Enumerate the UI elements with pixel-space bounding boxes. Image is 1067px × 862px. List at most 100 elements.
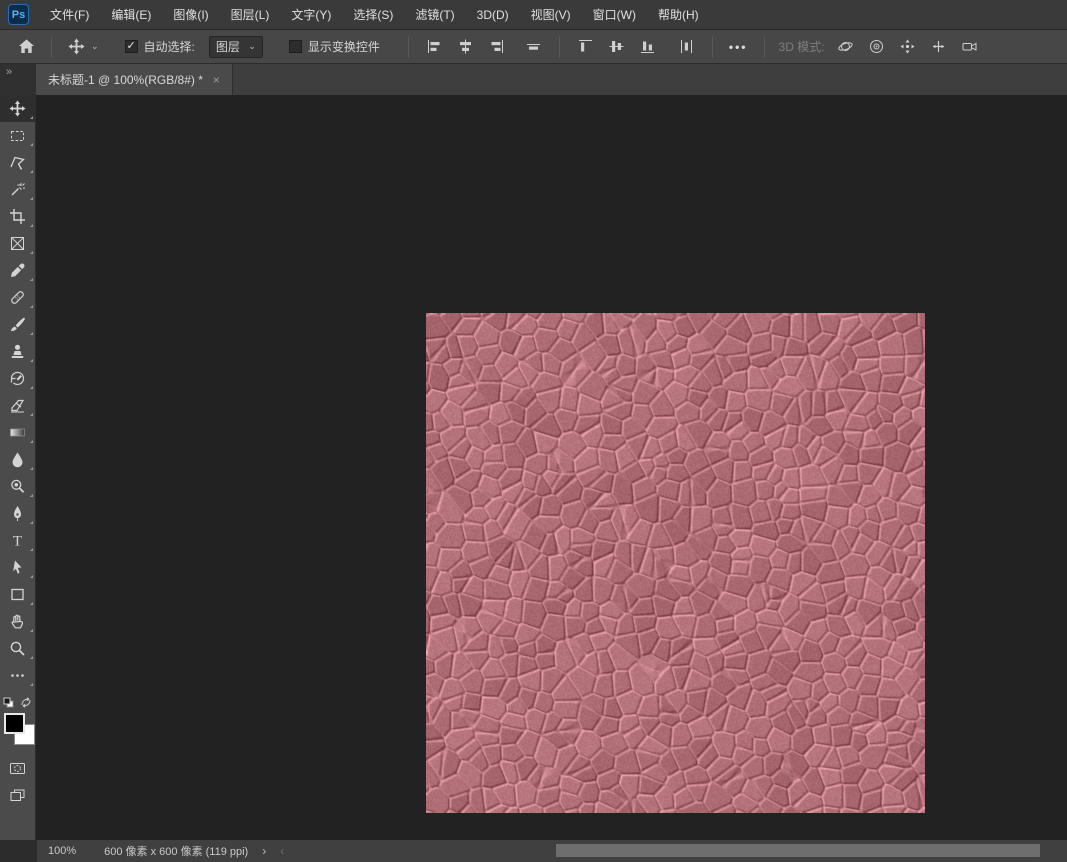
crop-tool[interactable] <box>0 203 36 230</box>
more-options-button[interactable]: ••• <box>723 34 754 60</box>
menu-item[interactable]: 图像(I) <box>162 8 219 22</box>
align-middle-icon <box>608 38 625 55</box>
healing-brush-tool[interactable] <box>0 284 36 311</box>
default-colors-icon[interactable] <box>3 697 14 708</box>
magic-wand-icon <box>9 181 26 198</box>
hand-tool[interactable] <box>0 608 36 635</box>
canvas-work-area <box>37 95 1067 840</box>
quick-mask-icon <box>9 760 26 777</box>
align-horizontal-center-button[interactable] <box>450 38 481 55</box>
gradient-icon <box>9 424 26 441</box>
align-top-button[interactable] <box>570 38 601 55</box>
edit-toolbar[interactable] <box>0 662 36 689</box>
frame-icon <box>9 235 26 252</box>
menu-item[interactable]: 3D(D) <box>466 8 520 22</box>
lasso-tool[interactable] <box>0 149 36 176</box>
menu-bar: Ps 文件(F)编辑(E)图像(I)图层(L)文字(Y)选择(S)滤镜(T)3D… <box>0 0 1067 30</box>
chevron-down-icon: ⌄ <box>248 41 256 52</box>
marquee-tool[interactable] <box>0 122 36 149</box>
menu-item[interactable]: 视图(V) <box>520 8 582 22</box>
foreground-color-swatch[interactable] <box>4 713 25 734</box>
3d-slide-icon[interactable] <box>930 38 947 55</box>
status-chevron-right-icon[interactable]: › <box>262 844 266 858</box>
rectangle-tool[interactable] <box>0 581 36 608</box>
document-tab-bar: » 未标题-1 @ 100%(RGB/8#) * × <box>0 64 1067 95</box>
divider <box>408 36 409 58</box>
3d-orbit-icon[interactable] <box>837 38 854 55</box>
align-bottom-button[interactable] <box>632 38 663 55</box>
horizontal-scrollbar-thumb[interactable] <box>556 844 1040 857</box>
rectangular-marquee-icon <box>9 127 26 144</box>
home-icon <box>18 38 35 55</box>
clone-stamp-tool[interactable] <box>0 338 36 365</box>
distribute-horizontal-button[interactable] <box>671 38 702 55</box>
polygonal-lasso-icon <box>9 154 26 171</box>
current-tool-button[interactable]: ⌄ <box>62 34 105 60</box>
photoshop-logo-icon: Ps <box>8 4 29 25</box>
divider <box>51 36 52 58</box>
close-tab-icon[interactable]: × <box>213 73 220 87</box>
3d-mode-label: 3D 模式: <box>779 38 825 55</box>
menu-item[interactable]: 文件(F) <box>39 8 100 22</box>
move-tool-icon <box>68 38 85 55</box>
align-left-button[interactable] <box>419 38 450 55</box>
menu-item[interactable]: 帮助(H) <box>647 8 710 22</box>
screen-mode-icon <box>9 787 26 804</box>
auto-select-target-dropdown[interactable]: 图层 ⌄ <box>209 36 263 58</box>
status-chevron-left-icon[interactable]: ‹ <box>280 844 284 858</box>
auto-select-checkbox[interactable]: ✓ 自动选择: <box>119 34 201 60</box>
zoom-level-field[interactable]: 100% <box>48 845 76 857</box>
gradient-tool[interactable] <box>0 419 36 446</box>
align-middle-button[interactable] <box>601 38 632 55</box>
divider <box>764 36 765 58</box>
menu-item[interactable]: 编辑(E) <box>100 8 162 22</box>
3d-mode-buttons <box>837 38 978 55</box>
blur-tool[interactable] <box>0 446 36 473</box>
divider <box>712 36 713 58</box>
photoshop-window: Ps 文件(F)编辑(E)图像(I)图层(L)文字(Y)选择(S)滤镜(T)3D… <box>0 0 1067 862</box>
align-right-button[interactable] <box>481 38 512 55</box>
tool-options-bar: ⌄ ✓ 自动选择: 图层 ⌄ 显示变换控件 <box>0 30 1067 64</box>
align-vertical-center-icon <box>525 38 542 55</box>
align-vertical-center-button[interactable] <box>518 38 549 55</box>
path-select-tool[interactable] <box>0 554 36 581</box>
menu-item[interactable]: 选择(S) <box>342 8 404 22</box>
screen-mode-button[interactable] <box>0 782 36 809</box>
auto-select-label: 自动选择: <box>144 38 195 55</box>
brush-tool[interactable] <box>0 311 36 338</box>
document-tab[interactable]: 未标题-1 @ 100%(RGB/8#) * × <box>36 64 233 95</box>
hand-icon <box>9 613 26 630</box>
menu-item[interactable]: 窗口(W) <box>582 8 647 22</box>
3d-camera-icon[interactable] <box>961 38 978 55</box>
collapse-panels-chevron[interactable]: » <box>0 64 36 95</box>
frame-tool[interactable] <box>0 230 36 257</box>
status-corner <box>0 840 37 862</box>
pen-tool[interactable] <box>0 500 36 527</box>
document-canvas[interactable] <box>426 313 925 813</box>
move-tool[interactable] <box>0 95 36 122</box>
distribute-horizontal-icon <box>678 38 695 55</box>
eraser-tool[interactable] <box>0 392 36 419</box>
dodge-tool[interactable] <box>0 473 36 500</box>
arrow-cursor-icon <box>9 559 26 576</box>
magic-wand-tool[interactable] <box>0 176 36 203</box>
eraser-icon <box>9 397 26 414</box>
menu-item[interactable]: 滤镜(T) <box>404 8 465 22</box>
type-tool[interactable] <box>0 527 36 554</box>
dropdown-value: 图层 <box>216 38 240 55</box>
home-button[interactable] <box>12 34 41 60</box>
dodge-icon <box>9 478 26 495</box>
align-bottom-icon <box>639 38 656 55</box>
document-size-info: 600 像素 x 600 像素 (119 ppi) <box>104 843 248 859</box>
water-drop-icon <box>9 451 26 468</box>
zoom-tool[interactable] <box>0 635 36 662</box>
3d-pan-icon[interactable] <box>899 38 916 55</box>
eyedropper-tool[interactable] <box>0 257 36 284</box>
quick-mask-button[interactable] <box>0 755 36 782</box>
show-transform-checkbox[interactable]: 显示变换控件 <box>283 34 386 60</box>
3d-roll-icon[interactable] <box>868 38 885 55</box>
swap-colors-icon[interactable] <box>20 697 32 708</box>
history-brush-tool[interactable] <box>0 365 36 392</box>
menu-item[interactable]: 图层(L) <box>220 8 281 22</box>
menu-item[interactable]: 文字(Y) <box>280 8 342 22</box>
